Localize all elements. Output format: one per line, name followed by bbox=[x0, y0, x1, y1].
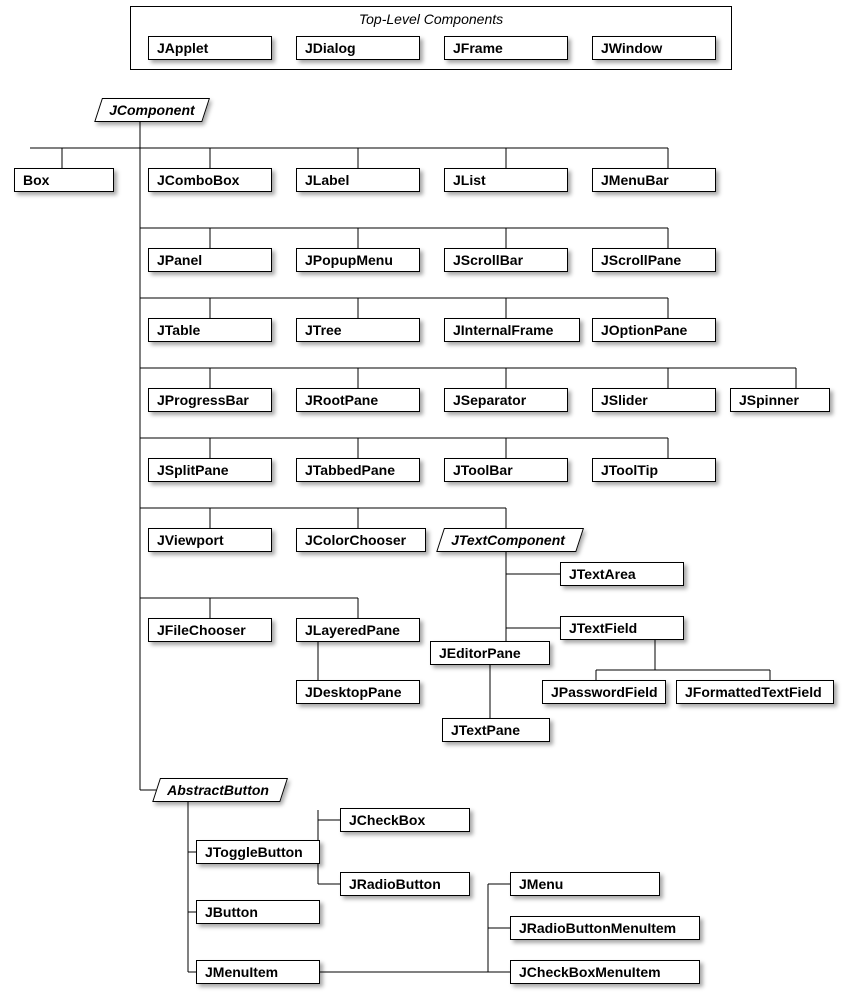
node-jseparator: JSeparator bbox=[444, 388, 568, 412]
node-jcolorchooser: JColorChooser bbox=[296, 528, 426, 552]
node-jlabel: JLabel bbox=[296, 168, 420, 192]
node-jviewport: JViewport bbox=[148, 528, 272, 552]
node-jmenubar: JMenuBar bbox=[592, 168, 716, 192]
node-jcheckboxmenuitem: JCheckBoxMenuItem bbox=[510, 960, 700, 984]
node-box: Box bbox=[14, 168, 114, 192]
node-jpopupmenu: JPopupMenu bbox=[296, 248, 420, 272]
node-jcomponent: JComponent bbox=[94, 98, 210, 122]
node-jtextpane: JTextPane bbox=[442, 718, 550, 742]
node-jdesktoppane: JDesktopPane bbox=[296, 680, 420, 704]
node-jtree: JTree bbox=[296, 318, 420, 342]
node-abstractbutton: AbstractButton bbox=[152, 778, 288, 802]
node-jwindow: JWindow bbox=[592, 36, 716, 60]
node-japplet: JApplet bbox=[148, 36, 272, 60]
node-jlist: JList bbox=[444, 168, 568, 192]
node-jpanel: JPanel bbox=[148, 248, 272, 272]
node-jmenuitem: JMenuItem bbox=[196, 960, 320, 984]
label-jtextcomponent: JTextComponent bbox=[451, 529, 565, 551]
connector-lines bbox=[0, 0, 842, 1000]
node-jcheckbox: JCheckBox bbox=[340, 808, 470, 832]
label-jcomponent: JComponent bbox=[109, 99, 195, 121]
node-jframe: JFrame bbox=[444, 36, 568, 60]
node-jsplitpane: JSplitPane bbox=[148, 458, 272, 482]
node-jcombobox: JComboBox bbox=[148, 168, 272, 192]
node-jinternalframe: JInternalFrame bbox=[444, 318, 580, 342]
node-jdialog: JDialog bbox=[296, 36, 420, 60]
node-jpasswordfield: JPasswordField bbox=[542, 680, 666, 704]
node-jfilechooser: JFileChooser bbox=[148, 618, 272, 642]
node-jformattedtextfield: JFormattedTextField bbox=[676, 680, 834, 704]
node-jscrollpane: JScrollPane bbox=[592, 248, 716, 272]
node-jtextarea: JTextArea bbox=[560, 562, 684, 586]
node-jradiobuttonmenuitem: JRadioButtonMenuItem bbox=[510, 916, 700, 940]
node-joptionpane: JOptionPane bbox=[592, 318, 716, 342]
node-jmenu: JMenu bbox=[510, 872, 660, 896]
node-jtabbedpane: JTabbedPane bbox=[296, 458, 420, 482]
node-jspinner: JSpinner bbox=[730, 388, 830, 412]
node-jrootpane: JRootPane bbox=[296, 388, 420, 412]
node-jeditorpane: JEditorPane bbox=[430, 641, 550, 665]
top-level-title: Top-Level Components bbox=[131, 11, 731, 27]
node-jslider: JSlider bbox=[592, 388, 716, 412]
node-jprogressbar: JProgressBar bbox=[148, 388, 272, 412]
node-jradiobutton: JRadioButton bbox=[340, 872, 470, 896]
node-jtextfield: JTextField bbox=[560, 616, 684, 640]
node-jtable: JTable bbox=[148, 318, 272, 342]
node-jtooltip: JToolTip bbox=[592, 458, 716, 482]
swing-hierarchy-diagram: Top-Level Components JApplet JDialog JFr… bbox=[0, 0, 842, 1000]
node-jtogglebutton: JToggleButton bbox=[196, 840, 320, 864]
node-jscrollbar: JScrollBar bbox=[444, 248, 568, 272]
node-jbutton: JButton bbox=[196, 900, 320, 924]
label-abstractbutton: AbstractButton bbox=[167, 779, 269, 801]
node-jtextcomponent: JTextComponent bbox=[436, 528, 584, 552]
node-jtoolbar: JToolBar bbox=[444, 458, 568, 482]
node-jlayeredpane: JLayeredPane bbox=[296, 618, 420, 642]
